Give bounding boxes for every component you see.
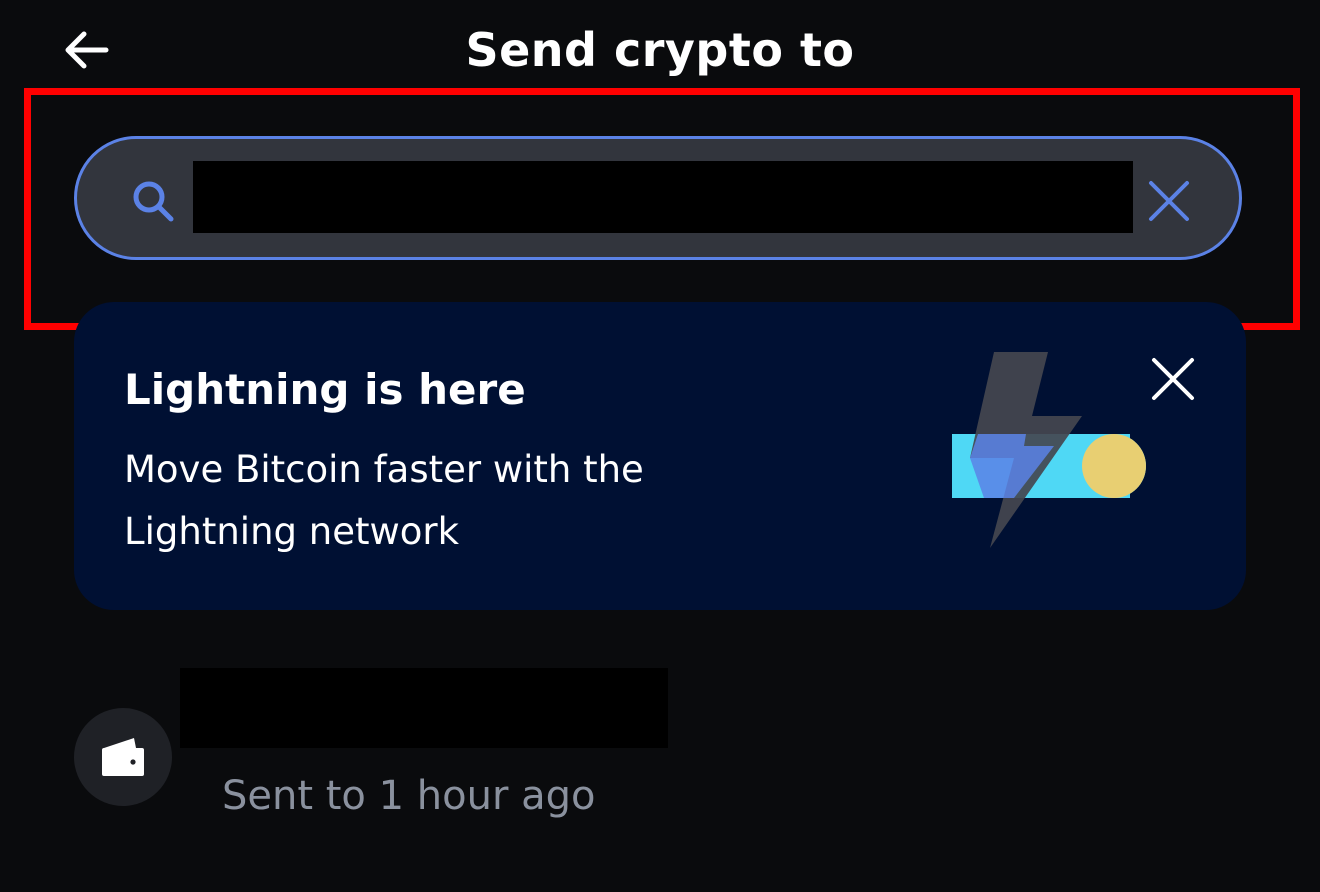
lightning-promo-card[interactable]: Lightning is here Move Bitcoin faster wi… — [74, 302, 1246, 610]
recent-recipient-row[interactable]: Sent to 1 hour ago — [74, 660, 1246, 830]
send-crypto-screen: Send crypto to Lightning is here Move Bi… — [0, 0, 1320, 892]
page-title: Send crypto to — [465, 23, 855, 77]
recipient-last-sent: Sent to 1 hour ago — [222, 773, 596, 819]
recipient-avatar — [74, 708, 172, 806]
clear-search-icon[interactable] — [1147, 179, 1191, 223]
wallet-icon — [102, 738, 144, 776]
close-promo-icon[interactable] — [1148, 354, 1198, 404]
search-input[interactable] — [193, 161, 1133, 233]
promo-description-line-1: Move Bitcoin faster with the — [124, 448, 644, 491]
lightning-toggle-illustration-icon — [952, 352, 1146, 548]
search-icon — [133, 181, 174, 222]
promo-title: Lightning is here — [124, 365, 526, 414]
recipient-name — [180, 668, 668, 748]
search-bar[interactable] — [74, 136, 1242, 260]
promo-description-line-2: Lightning network — [124, 510, 460, 553]
